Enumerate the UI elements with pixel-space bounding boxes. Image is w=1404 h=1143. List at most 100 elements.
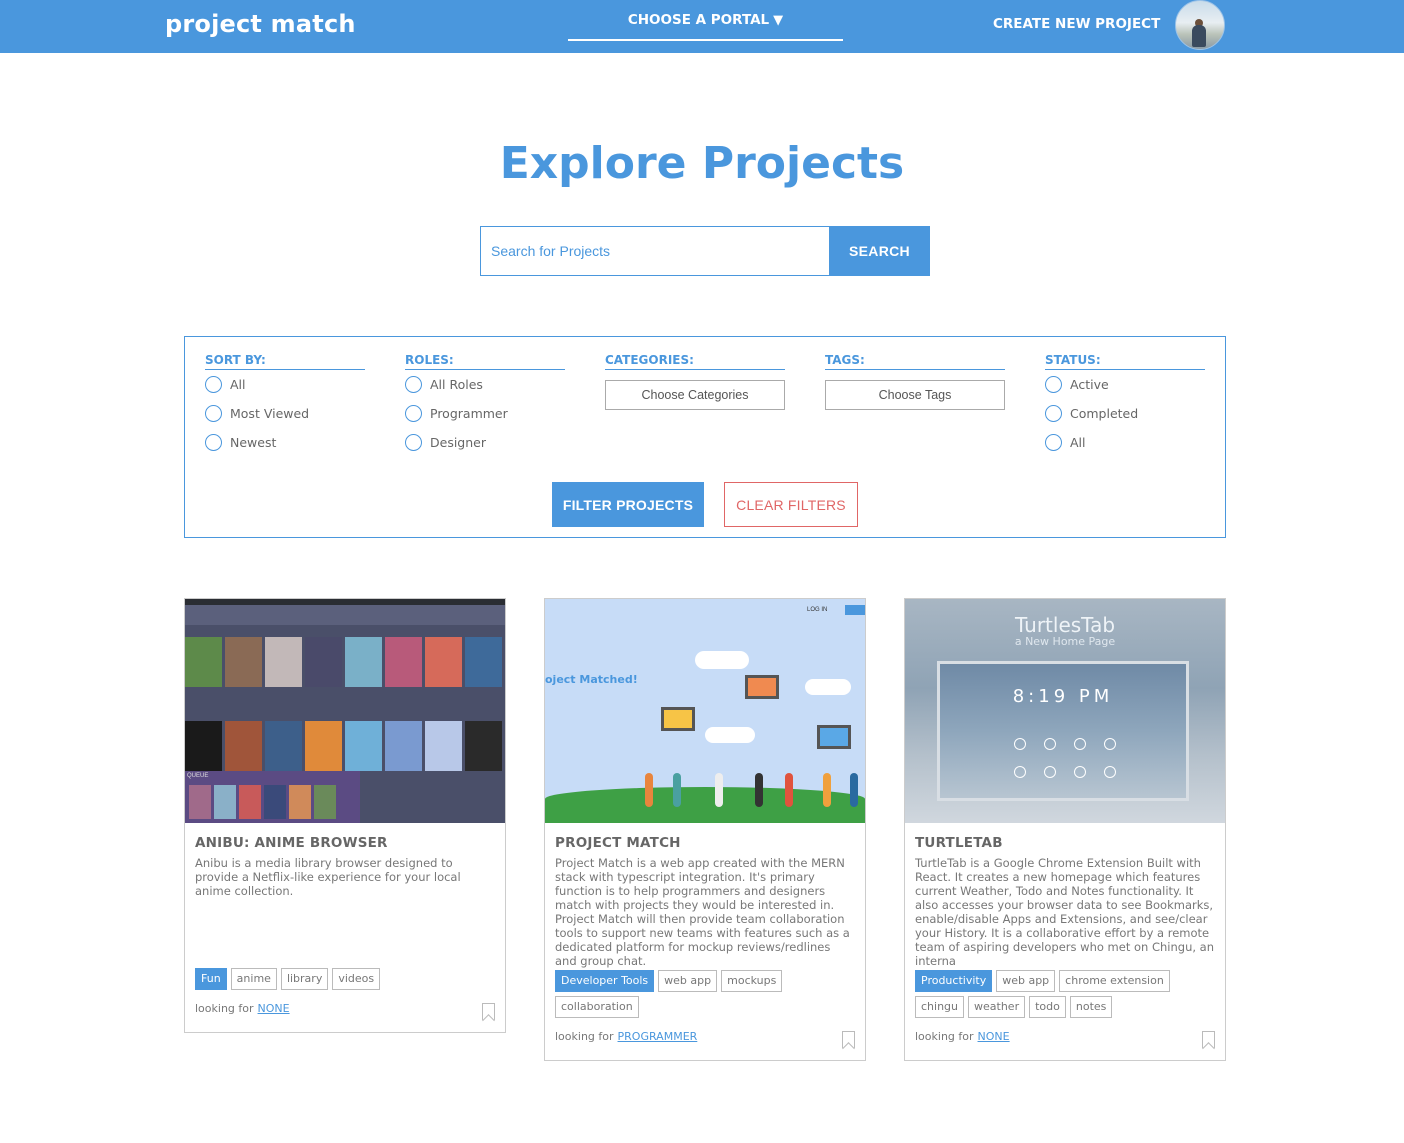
clear-filters-button[interactable]: CLEAR FILTERS (724, 482, 858, 527)
project-thumbnail[interactable]: LOG IN oject Matched! (545, 599, 865, 823)
categories-heading: CATEGORIES: (605, 353, 785, 370)
app-icon (1014, 766, 1026, 778)
project-title[interactable]: TURTLETAB (915, 835, 1215, 851)
person-shape (673, 773, 681, 807)
looking-for-role-link[interactable]: NONE (978, 1030, 1010, 1043)
status-option-active[interactable]: Active (1045, 370, 1205, 399)
poster (314, 785, 336, 819)
bookmark-icon[interactable] (1202, 1031, 1215, 1048)
status-option-completed[interactable]: Completed (1045, 399, 1205, 428)
radio-icon[interactable] (205, 376, 222, 393)
filter-panel: SORT BY: All Most Viewed Newest ROLES: A… (184, 336, 1226, 538)
looking-for-label: looking for (195, 1002, 254, 1015)
tag[interactable]: notes (1069, 996, 1113, 1018)
poster (345, 637, 382, 687)
poster (305, 637, 342, 687)
filter-projects-button[interactable]: FILTER PROJECTS (552, 482, 704, 527)
sort-option-most-viewed[interactable]: Most Viewed (205, 399, 365, 428)
grass-shape (545, 787, 865, 823)
poster (185, 637, 222, 687)
category-tag[interactable]: Productivity (915, 970, 993, 992)
option-label: All Roles (430, 377, 483, 392)
project-card-turtletab[interactable]: TurtlesTab a New Home Page 8:19 PM TURTL… (904, 598, 1226, 1061)
tag[interactable]: library (280, 968, 329, 990)
choose-tags-button[interactable]: Choose Tags (825, 380, 1005, 410)
choose-portal-dropdown[interactable]: CHOOSE A PORTAL ▼ (568, 12, 843, 41)
person-shape (755, 773, 763, 807)
tag[interactable]: mockups (721, 970, 783, 992)
bookmark-icon[interactable] (842, 1031, 855, 1048)
option-label: Designer (430, 435, 486, 450)
project-thumbnail[interactable]: TurtlesTab a New Home Page 8:19 PM (905, 599, 1225, 823)
project-card-project-match[interactable]: LOG IN oject Matched! PROJECT MATCH Proj… (544, 598, 866, 1061)
poster (185, 721, 222, 771)
option-label: All (230, 377, 246, 392)
looking-for-role-link[interactable]: NONE (258, 1002, 290, 1015)
thumb-login-text: LOG IN (807, 607, 828, 613)
cloud-shape (805, 679, 851, 695)
radio-icon[interactable] (205, 405, 222, 422)
radio-icon[interactable] (405, 376, 422, 393)
search-button[interactable]: SEARCH (829, 226, 930, 276)
sort-option-all[interactable]: All (205, 370, 365, 399)
radio-icon[interactable] (1045, 434, 1062, 451)
avatar-figure-shape (1192, 25, 1206, 47)
tag[interactable]: web app (658, 970, 718, 992)
app-icon (1044, 766, 1056, 778)
card-body: TURTLETAB TurtleTab is a Google Chrome E… (905, 823, 1225, 1060)
looking-for-role-link[interactable]: PROGRAMMER (618, 1030, 698, 1043)
search-input[interactable] (480, 226, 830, 276)
project-thumbnail[interactable]: QUEUE (185, 599, 505, 823)
thumb-signup-shape (845, 605, 865, 615)
status-group: STATUS: Active Completed All (1045, 353, 1205, 457)
tag[interactable]: web app (996, 970, 1056, 992)
project-title[interactable]: PROJECT MATCH (555, 835, 855, 851)
person-shape (823, 773, 831, 807)
tags-group: TAGS: Choose Tags (825, 353, 1005, 410)
create-new-project-link[interactable]: CREATE NEW PROJECT (993, 16, 1160, 32)
tag[interactable]: anime (230, 968, 277, 990)
user-avatar[interactable] (1175, 0, 1225, 50)
poster (225, 637, 262, 687)
looking-for-line: looking for PROGRAMMER (555, 1030, 855, 1060)
choose-categories-button[interactable]: Choose Categories (605, 380, 785, 410)
app-icon (1104, 766, 1116, 778)
queue-label: QUEUE (187, 773, 209, 779)
radio-icon[interactable] (205, 434, 222, 451)
role-option-all-roles[interactable]: All Roles (405, 370, 565, 399)
sort-option-newest[interactable]: Newest (205, 428, 365, 457)
radio-icon[interactable] (1045, 405, 1062, 422)
brand-logo[interactable]: project match (165, 10, 356, 38)
tag[interactable]: todo (1029, 996, 1066, 1018)
option-label: Newest (230, 435, 277, 450)
role-option-programmer[interactable]: Programmer (405, 399, 565, 428)
poster-row (185, 721, 502, 771)
poster (465, 721, 502, 771)
category-tag[interactable]: Fun (195, 968, 227, 990)
project-title[interactable]: ANIBU: ANIME BROWSER (195, 835, 495, 851)
project-card-anibu[interactable]: QUEUE ANIBU: ANIME BROWSER Anibu is a me… (184, 598, 506, 1033)
radio-icon[interactable] (1045, 376, 1062, 393)
bookmark-icon[interactable] (482, 1003, 495, 1020)
looking-for-line: looking for NONE (195, 1002, 495, 1032)
option-label: All (1070, 435, 1086, 450)
tag-list: Developer Tools web app mockups collabor… (555, 970, 855, 1018)
radio-icon[interactable] (405, 405, 422, 422)
radio-icon[interactable] (405, 434, 422, 451)
thumb-clock: 8:19 PM (1012, 686, 1114, 707)
person-shape (850, 773, 858, 807)
poster (425, 721, 462, 771)
status-option-all[interactable]: All (1045, 428, 1205, 457)
option-label: Active (1070, 377, 1109, 392)
looking-for-label: looking for (915, 1030, 974, 1043)
category-tag[interactable]: Developer Tools (555, 970, 655, 992)
poster (264, 785, 286, 819)
queue-posters (189, 785, 336, 819)
tag[interactable]: chingu (915, 996, 965, 1018)
poster (305, 721, 342, 771)
tag[interactable]: weather (968, 996, 1026, 1018)
tag[interactable]: collaboration (555, 996, 639, 1018)
tag[interactable]: videos (332, 968, 381, 990)
role-option-designer[interactable]: Designer (405, 428, 565, 457)
tag[interactable]: chrome extension (1059, 970, 1170, 992)
